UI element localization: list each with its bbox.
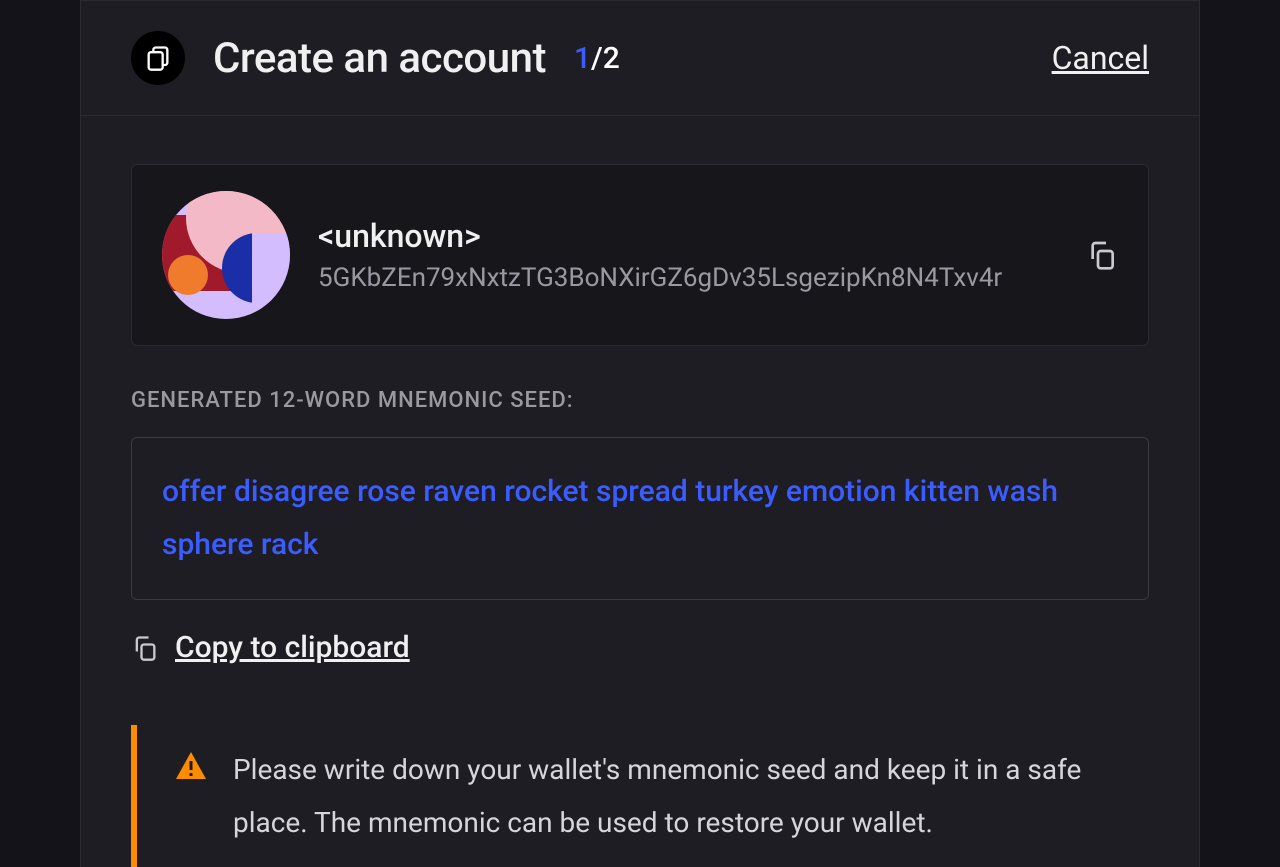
avatar	[162, 191, 290, 319]
clipboard-circle-icon	[131, 31, 185, 85]
account-card: <unknown> 5GKbZEn79xNxtzTG3BoNXirGZ6gDv3…	[131, 164, 1149, 346]
copy-seed-label: Copy to clipboard	[175, 630, 410, 665]
panel-header: Create an account 1/2 Cancel	[81, 0, 1199, 116]
warning-text: Please write down your wallet's mnemonic…	[233, 743, 1125, 849]
account-name: <unknown>	[318, 217, 1058, 255]
mnemonic-seed-box: offer disagree rose raven rocket spread …	[131, 437, 1149, 600]
warning-banner: Please write down your wallet's mnemonic…	[131, 725, 1149, 867]
warning-icon	[173, 749, 209, 785]
page-title: Create an account	[213, 34, 546, 83]
seed-label: GENERATED 12-WORD MNEMONIC SEED:	[131, 388, 1149, 413]
cancel-link[interactable]: Cancel	[1052, 39, 1149, 77]
step-separator: /	[591, 41, 603, 76]
panel-content: <unknown> 5GKbZEn79xNxtzTG3BoNXirGZ6gDv3…	[81, 116, 1199, 867]
copy-address-button[interactable]	[1086, 239, 1118, 271]
create-account-panel: Create an account 1/2 Cancel <unknown> 5…	[80, 0, 1200, 867]
copy-seed-button[interactable]: Copy to clipboard	[131, 630, 1149, 665]
account-address: 5GKbZEn79xNxtzTG3BoNXirGZ6gDv35LsgezipKn…	[318, 263, 1058, 293]
step-total: 2	[603, 41, 620, 76]
copy-icon	[1086, 239, 1118, 271]
step-indicator: 1/2	[574, 41, 620, 76]
copy-icon	[131, 634, 159, 662]
step-current: 1	[574, 41, 591, 76]
account-info: <unknown> 5GKbZEn79xNxtzTG3BoNXirGZ6gDv3…	[318, 217, 1058, 293]
